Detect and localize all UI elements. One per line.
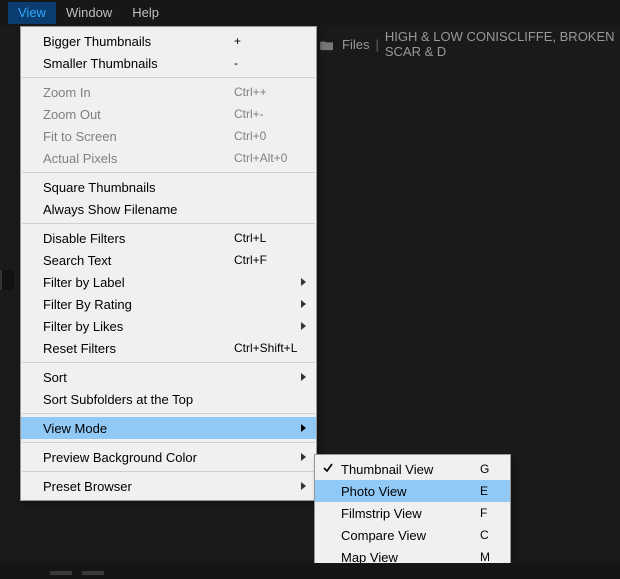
chevron-right-icon: [301, 453, 306, 461]
menu-separator: [22, 362, 315, 363]
bottom-strip: [0, 563, 620, 579]
chevron-right-icon: [301, 278, 306, 286]
menu-sort-subfolders-top[interactable]: Sort Subfolders at the Top: [21, 388, 316, 410]
menu-disable-filters[interactable]: Disable FiltersCtrl+L: [21, 227, 316, 249]
menu-sort[interactable]: Sort: [21, 366, 316, 388]
breadcrumb: Files | HIGH & LOW CONISCLIFFE, BROKEN S…: [320, 29, 620, 59]
menu-zoom-in: Zoom InCtrl++: [21, 81, 316, 103]
menu-preview-bg-color[interactable]: Preview Background Color: [21, 446, 316, 468]
menu-separator: [22, 413, 315, 414]
menu-actual-pixels: Actual PixelsCtrl+Alt+0: [21, 147, 316, 169]
menu-filter-by-label[interactable]: Filter by Label: [21, 271, 316, 293]
menu-separator: [22, 223, 315, 224]
menu-always-show-filename[interactable]: Always Show Filename: [21, 198, 316, 220]
menu-filter-by-rating[interactable]: Filter By Rating: [21, 293, 316, 315]
chevron-right-icon: [301, 373, 306, 381]
view-menu-dropdown: Bigger Thumbnails+ Smaller Thumbnails- Z…: [20, 26, 317, 501]
submenu-photo-view[interactable]: Photo ViewE: [315, 480, 510, 502]
submenu-filmstrip-view[interactable]: Filmstrip ViewF: [315, 502, 510, 524]
thumbnail-placeholder: [82, 571, 104, 575]
menu-fit-to-screen: Fit to ScreenCtrl+0: [21, 125, 316, 147]
sidebar-edge: [0, 270, 14, 290]
submenu-thumbnail-view[interactable]: Thumbnail ViewG: [315, 458, 510, 480]
submenu-compare-view[interactable]: Compare ViewC: [315, 524, 510, 546]
breadcrumb-separator: |: [373, 37, 380, 52]
menu-zoom-out: Zoom OutCtrl+-: [21, 103, 316, 125]
menu-separator: [22, 172, 315, 173]
view-mode-submenu: Thumbnail ViewG Photo ViewE Filmstrip Vi…: [314, 454, 511, 572]
chevron-right-icon: [301, 322, 306, 330]
menu-filter-by-likes[interactable]: Filter by Likes: [21, 315, 316, 337]
menu-view[interactable]: View: [8, 2, 56, 24]
breadcrumb-segment[interactable]: HIGH & LOW CONISCLIFFE, BROKEN SCAR & D: [385, 29, 620, 59]
menu-help[interactable]: Help: [122, 2, 169, 24]
chevron-right-icon: [301, 482, 306, 490]
chevron-right-icon: [301, 424, 306, 432]
menu-separator: [22, 442, 315, 443]
menu-separator: [22, 471, 315, 472]
thumbnail-placeholder: [50, 571, 72, 575]
breadcrumb-segment[interactable]: Files: [342, 37, 369, 52]
chevron-right-icon: [301, 300, 306, 308]
menubar: View Window Help: [0, 0, 620, 26]
menu-search-text[interactable]: Search TextCtrl+F: [21, 249, 316, 271]
menu-separator: [22, 77, 315, 78]
menu-smaller-thumbnails[interactable]: Smaller Thumbnails-: [21, 52, 316, 74]
menu-view-mode[interactable]: View Mode: [21, 417, 316, 439]
menu-square-thumbnails[interactable]: Square Thumbnails: [21, 176, 316, 198]
menu-bigger-thumbnails[interactable]: Bigger Thumbnails+: [21, 30, 316, 52]
menu-window[interactable]: Window: [56, 2, 122, 24]
menu-reset-filters[interactable]: Reset FiltersCtrl+Shift+L: [21, 337, 316, 359]
check-icon: [322, 462, 334, 474]
folder-icon: [320, 39, 334, 51]
menu-preset-browser[interactable]: Preset Browser: [21, 475, 316, 497]
